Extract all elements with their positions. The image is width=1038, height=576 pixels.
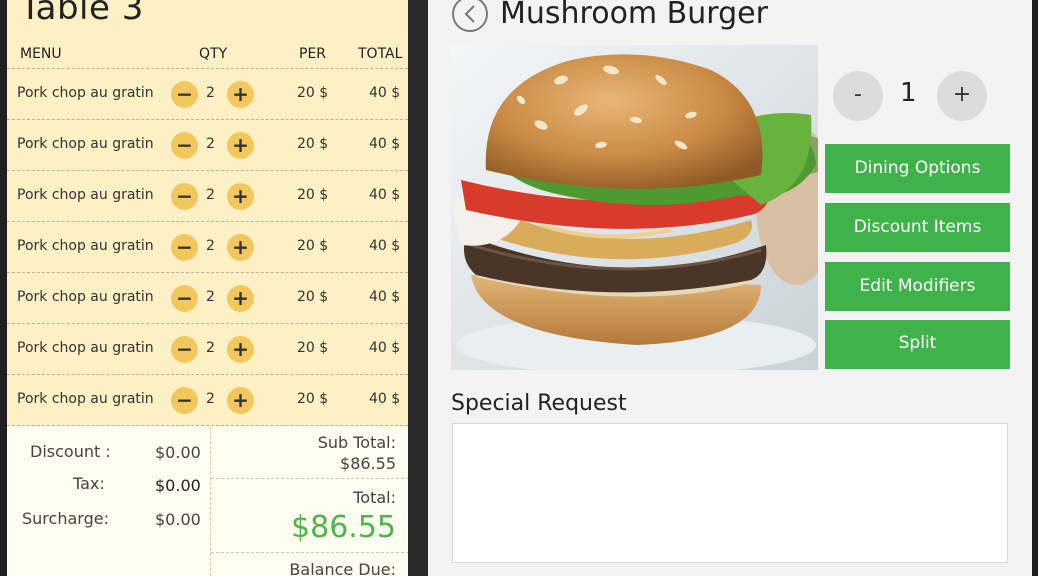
surcharge-label: Surcharge: bbox=[22, 509, 109, 528]
order-row[interactable]: Pork chop au gratin − 2 + 20 $ 40 $ bbox=[7, 120, 408, 171]
table-title: Table 3 bbox=[20, 0, 144, 28]
item-detail-panel: Mushroom Burger - 1 + Dining Options Dis… bbox=[428, 0, 1032, 576]
item-name: Pork chop au gratin bbox=[17, 340, 154, 356]
decrease-qty-button[interactable]: − bbox=[171, 183, 198, 210]
order-row[interactable]: Pork chop au gratin − 2 + 20 $ 40 $ bbox=[7, 273, 408, 324]
increase-qty-button[interactable]: + bbox=[227, 183, 254, 210]
tax-label: Tax: bbox=[73, 474, 105, 493]
item-total: 40 $ bbox=[369, 85, 401, 101]
discount-label: Discount : bbox=[30, 442, 111, 461]
subtotal-label: Sub Total: bbox=[317, 433, 396, 452]
discount-value: $0.00 bbox=[155, 443, 201, 462]
order-panel: Table 3 MENU QTY PER TOTAL Pork chop au … bbox=[7, 0, 408, 576]
decrease-qty-button[interactable]: − bbox=[171, 132, 198, 159]
order-row[interactable]: Pork chop au gratin − 2 + 20 $ 40 $ bbox=[7, 171, 408, 222]
item-name: Pork chop au gratin bbox=[17, 136, 154, 152]
item-qty: 2 bbox=[206, 187, 215, 203]
quantity-decrease-button[interactable]: - bbox=[833, 71, 883, 121]
item-name: Pork chop au gratin bbox=[17, 85, 154, 101]
item-photo bbox=[451, 45, 818, 370]
item-total: 40 $ bbox=[369, 238, 401, 254]
order-row[interactable]: Pork chop au gratin − 2 + 20 $ 40 $ bbox=[7, 324, 408, 375]
quantity-value: 1 bbox=[900, 78, 917, 108]
split-button[interactable]: Split bbox=[825, 320, 1010, 369]
order-rows: Pork chop au gratin − 2 + 20 $ 40 $ Pork… bbox=[7, 68, 408, 426]
decrease-qty-button[interactable]: − bbox=[171, 81, 198, 108]
quantity-increase-button[interactable]: + bbox=[937, 71, 987, 121]
subtotal-value: $86.55 bbox=[340, 454, 396, 473]
total-label: Total: bbox=[353, 488, 396, 507]
panel-divider bbox=[408, 0, 428, 576]
item-price: 20 $ bbox=[297, 85, 329, 101]
totals-column: Sub Total: $86.55 Total: $86.55 Balance … bbox=[210, 426, 408, 576]
edit-modifiers-button[interactable]: Edit Modifiers bbox=[825, 262, 1010, 311]
item-total: 40 $ bbox=[369, 289, 401, 305]
item-total: 40 $ bbox=[369, 391, 401, 407]
decrease-qty-button[interactable]: − bbox=[171, 285, 198, 312]
item-qty: 2 bbox=[206, 340, 215, 356]
item-price: 20 $ bbox=[297, 136, 329, 152]
increase-qty-button[interactable]: + bbox=[227, 132, 254, 159]
decrease-qty-button[interactable]: − bbox=[171, 387, 198, 414]
header-menu: MENU bbox=[20, 46, 62, 62]
order-row[interactable]: Pork chop au gratin − 2 + 20 $ 40 $ bbox=[7, 69, 408, 120]
order-row[interactable]: Pork chop au gratin − 2 + 20 $ 40 $ bbox=[7, 375, 408, 426]
summary-divider bbox=[211, 478, 408, 479]
item-title: Mushroom Burger bbox=[500, 0, 768, 31]
increase-qty-button[interactable]: + bbox=[227, 234, 254, 261]
special-request-label: Special Request bbox=[451, 391, 627, 416]
back-button[interactable] bbox=[452, 0, 488, 32]
order-row[interactable]: Pork chop au gratin − 2 + 20 $ 40 $ bbox=[7, 222, 408, 273]
item-total: 40 $ bbox=[369, 136, 401, 152]
item-price: 20 $ bbox=[297, 391, 329, 407]
item-total: 40 $ bbox=[369, 340, 401, 356]
header-per: PER bbox=[299, 46, 327, 62]
dining-options-button[interactable]: Dining Options bbox=[825, 144, 1010, 193]
item-price: 20 $ bbox=[297, 238, 329, 254]
item-name: Pork chop au gratin bbox=[17, 391, 154, 407]
item-total: 40 $ bbox=[369, 187, 401, 203]
increase-qty-button[interactable]: + bbox=[227, 336, 254, 363]
increase-qty-button[interactable]: + bbox=[227, 81, 254, 108]
increase-qty-button[interactable]: + bbox=[227, 387, 254, 414]
item-qty: 2 bbox=[206, 85, 215, 101]
item-price: 20 $ bbox=[297, 340, 329, 356]
item-name: Pork chop au gratin bbox=[17, 289, 154, 305]
total-value: $86.55 bbox=[291, 510, 396, 545]
item-price: 20 $ bbox=[297, 289, 329, 305]
increase-qty-button[interactable]: + bbox=[227, 285, 254, 312]
balance-due-label: Balance Due: bbox=[289, 560, 396, 576]
item-qty: 2 bbox=[206, 136, 215, 152]
item-name: Pork chop au gratin bbox=[17, 238, 154, 254]
header-total: TOTAL bbox=[358, 46, 403, 62]
decrease-qty-button[interactable]: − bbox=[171, 234, 198, 261]
summary-divider bbox=[211, 552, 408, 553]
adjustments-column: Discount : $0.00 Tax: $0.00 Surcharge: $… bbox=[7, 426, 210, 576]
header-qty: QTY bbox=[199, 46, 228, 62]
discount-items-button[interactable]: Discount Items bbox=[825, 203, 1010, 252]
surcharge-value: $0.00 bbox=[155, 510, 201, 529]
chevron-left-icon bbox=[464, 5, 475, 23]
window-edge bbox=[1032, 0, 1038, 576]
special-request-input[interactable] bbox=[452, 423, 1008, 563]
tax-value: $0.00 bbox=[155, 476, 201, 495]
item-price: 20 $ bbox=[297, 187, 329, 203]
item-qty: 2 bbox=[206, 238, 215, 254]
item-qty: 2 bbox=[206, 391, 215, 407]
item-qty: 2 bbox=[206, 289, 215, 305]
decrease-qty-button[interactable]: − bbox=[171, 336, 198, 363]
pos-app: Table 3 MENU QTY PER TOTAL Pork chop au … bbox=[0, 0, 1038, 576]
item-name: Pork chop au gratin bbox=[17, 187, 154, 203]
order-summary: Discount : $0.00 Tax: $0.00 Surcharge: $… bbox=[7, 426, 408, 576]
order-table-header: MENU QTY PER TOTAL bbox=[7, 44, 408, 68]
